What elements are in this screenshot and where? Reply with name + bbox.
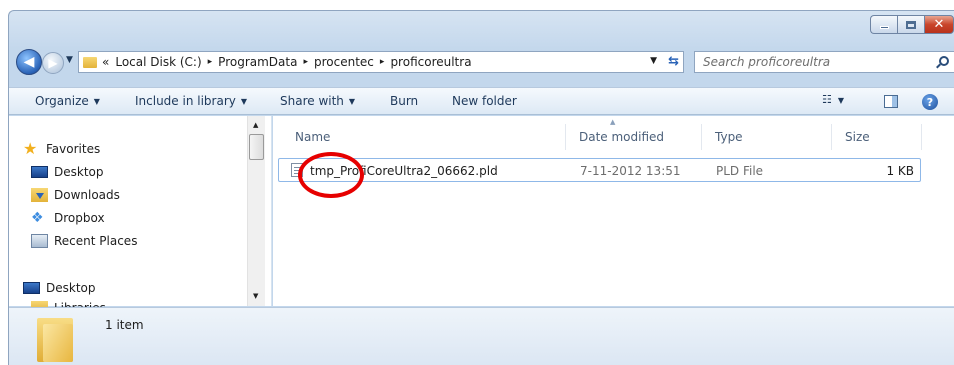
breadcrumb-overflow[interactable]: « <box>102 55 109 69</box>
details-pane: 1 item <box>9 307 954 365</box>
close-button[interactable]: ✕ <box>924 15 954 34</box>
recent-pages-dropdown-icon[interactable]: ▼ <box>66 55 73 65</box>
file-list: ▲ Name Date modified Type Size tmp_Profi… <box>273 116 954 306</box>
file-date-modified: 7-11-2012 13:51 <box>580 164 681 178</box>
scroll-up-icon[interactable]: ▲ <box>253 121 258 129</box>
maximize-button[interactable] <box>897 15 924 34</box>
search-icon[interactable] <box>939 56 949 66</box>
item-count: 1 item <box>105 318 144 332</box>
search-input[interactable]: Search proficoreultra <box>694 51 954 73</box>
recent-places-icon <box>31 234 48 248</box>
chevron-down-icon: ▼ <box>93 97 100 106</box>
chevron-down-icon: ▼ <box>837 96 845 105</box>
nav-item-recent-places[interactable]: Recent Places <box>31 234 137 248</box>
organize-button[interactable]: Organize ▼ <box>35 94 100 108</box>
chevron-down-icon: ▼ <box>240 97 248 106</box>
view-list-icon: ☷ <box>822 93 832 106</box>
breadcrumb-local-disk[interactable]: Local Disk (C:) <box>115 55 201 69</box>
address-dropdown-icon[interactable]: ▼ <box>650 56 657 66</box>
nav-item-label: Favorites <box>46 142 101 156</box>
explorer-window: ✕ ◀ ▶ ▼ « Local Disk (C:) ▸ ProgramData … <box>8 10 954 365</box>
nav-item-label: Desktop <box>54 165 104 179</box>
file-type: PLD File <box>716 164 764 178</box>
column-header-type[interactable]: Type <box>715 130 743 144</box>
back-arrow-icon: ◀ <box>23 54 35 70</box>
refresh-icon[interactable]: ⇆ <box>668 54 679 69</box>
minimize-button[interactable] <box>870 15 897 34</box>
nav-item-desktop-root[interactable]: Desktop <box>23 281 96 295</box>
star-icon: ★ <box>23 139 38 158</box>
nav-item-label: Downloads <box>54 188 120 202</box>
desktop-icon <box>31 166 48 178</box>
breadcrumb-separator-icon[interactable]: ▸ <box>303 57 308 67</box>
maximize-icon <box>906 20 916 29</box>
breadcrumb-programdata[interactable]: ProgramData <box>218 55 297 69</box>
close-icon: ✕ <box>933 17 945 32</box>
scroll-down-icon[interactable]: ▼ <box>253 292 258 300</box>
include-in-library-button[interactable]: Include in library ▼ <box>135 94 247 108</box>
column-divider[interactable] <box>921 124 922 150</box>
nav-item-dropbox[interactable]: ❖ Dropbox <box>31 211 105 225</box>
downloads-icon <box>31 188 48 202</box>
folder-icon <box>83 56 97 68</box>
include-in-library-label: Include in library <box>135 94 236 108</box>
scroll-thumb[interactable] <box>249 134 264 160</box>
breadcrumb-proficoreultra[interactable]: proficoreultra <box>390 55 471 69</box>
forward-button[interactable]: ▶ <box>42 52 64 74</box>
change-view-button[interactable]: ☷ ▼ <box>822 93 844 106</box>
minimize-icon <box>879 26 889 29</box>
navigation-pane: ★ Favorites Desktop Downloads ❖ Dropbox … <box>9 116 272 311</box>
nav-item-downloads[interactable]: Downloads <box>31 188 120 202</box>
document-file-icon <box>291 163 303 177</box>
column-divider[interactable] <box>831 124 832 150</box>
column-divider[interactable] <box>701 124 702 150</box>
share-with-label: Share with <box>280 94 344 108</box>
column-divider[interactable] <box>565 124 566 150</box>
breadcrumb-separator-icon[interactable]: ▸ <box>208 57 213 67</box>
sort-ascending-icon: ▲ <box>610 118 616 126</box>
nav-item-label: Dropbox <box>54 211 105 225</box>
share-with-button[interactable]: Share with ▼ <box>280 94 355 108</box>
file-name: tmp_ProfiCoreUltra2_06662.pld <box>310 164 498 178</box>
burn-button[interactable]: Burn <box>390 94 418 108</box>
chevron-down-icon: ▼ <box>348 97 356 106</box>
command-bar: Organize ▼ Include in library ▼ Share with… <box>9 87 954 115</box>
search-placeholder: Search proficoreultra <box>703 55 831 69</box>
dropbox-icon: ❖ <box>31 210 44 226</box>
folder-icon <box>37 318 73 362</box>
nav-item-desktop[interactable]: Desktop <box>31 165 104 179</box>
column-header-size[interactable]: Size <box>845 130 870 144</box>
desktop-icon <box>23 282 40 294</box>
address-row: ◀ ▶ ▼ « Local Disk (C:) ▸ ProgramData ▸ … <box>9 47 954 77</box>
nav-item-favorites[interactable]: ★ Favorites <box>23 139 101 158</box>
nav-scrollbar[interactable]: ▲ ▼ <box>247 116 265 306</box>
column-header-name[interactable]: Name <box>295 130 330 144</box>
address-bar[interactable]: « Local Disk (C:) ▸ ProgramData ▸ procen… <box>78 51 684 73</box>
breadcrumb-separator-icon[interactable]: ▸ <box>380 57 385 67</box>
organize-label: Organize <box>35 94 89 108</box>
nav-item-label: Desktop <box>46 281 96 295</box>
help-icon[interactable]: ? <box>922 94 938 110</box>
back-button[interactable]: ◀ <box>16 49 42 75</box>
new-folder-label: New folder <box>452 94 517 108</box>
column-header-date-modified[interactable]: Date modified <box>579 130 664 144</box>
file-row[interactable]: tmp_ProfiCoreUltra2_06662.pld 7-11-2012 … <box>278 158 921 182</box>
burn-label: Burn <box>390 94 419 108</box>
preview-pane-icon[interactable] <box>884 95 898 108</box>
breadcrumb-procentec[interactable]: procentec <box>314 55 374 69</box>
file-size: 1 KB <box>886 164 914 178</box>
caption-buttons: ✕ <box>870 15 954 34</box>
new-folder-button[interactable]: New folder <box>452 94 517 108</box>
forward-arrow-icon: ▶ <box>48 56 58 70</box>
nav-item-label: Recent Places <box>54 234 138 248</box>
